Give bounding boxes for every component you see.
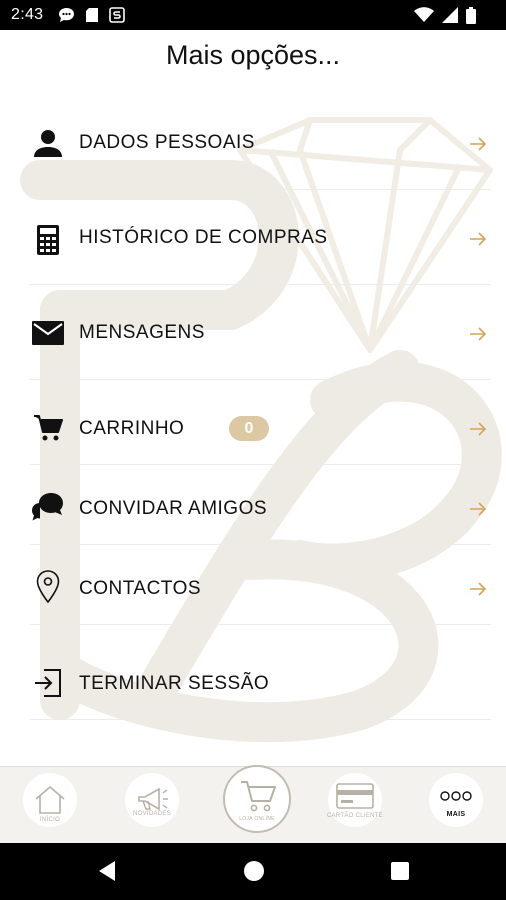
chat-bubbles-icon <box>30 489 66 525</box>
home-button-icon[interactable] <box>243 860 265 882</box>
system-navigation-bar <box>0 843 506 900</box>
menu-item-label: CARRINHO <box>79 418 185 439</box>
tab-mais[interactable]: MAIS <box>426 773 486 833</box>
menu-item-label: HISTÓRICO DE COMPRAS <box>79 227 328 248</box>
menu-item-carrinho[interactable]: CARRINHO 0 <box>0 380 506 465</box>
tab-label: NOVIDADES <box>132 811 172 817</box>
tab-label: CARTÃO CLIENTE <box>326 813 384 819</box>
tab-label: INÍCIO <box>39 817 61 823</box>
battery-icon <box>466 6 476 24</box>
menu-item-terminar-sessao[interactable]: TERMINAR SESSÃO <box>0 625 506 720</box>
page-title: Mais opções... <box>165 40 341 70</box>
menu-item-dados-pessoais[interactable]: DADOS PESSOAIS <box>0 95 506 190</box>
person-icon <box>30 125 66 161</box>
divider <box>30 719 491 720</box>
s-logo-icon <box>109 7 125 23</box>
cart-icon <box>30 410 66 446</box>
tab-inicio[interactable]: INÍCIO <box>20 773 80 833</box>
arrow-right-icon <box>470 327 487 341</box>
menu-item-label: MENSAGENS <box>79 322 205 343</box>
tab-loja-online[interactable]: LOJA ONLINE <box>223 765 291 833</box>
cart-count-badge: 0 <box>229 416 269 441</box>
calculator-icon <box>30 222 66 258</box>
status-notification-icons <box>58 7 125 23</box>
sd-card-icon <box>86 8 98 22</box>
cell-signal-icon <box>442 7 458 23</box>
arrow-right-icon <box>470 137 487 151</box>
tab-label: MAIS <box>446 811 466 818</box>
menu-item-label: CONVIDAR AMIGOS <box>79 498 268 519</box>
menu-item-label: DADOS PESSOAIS <box>79 132 255 153</box>
status-system-icons <box>414 6 476 24</box>
menu-item-historico-compras[interactable]: HISTÓRICO DE COMPRAS <box>0 190 506 285</box>
chat-bubble-icon <box>59 8 74 22</box>
megaphone-icon <box>125 773 179 827</box>
tab-label: LOJA ONLINE <box>239 816 275 822</box>
arrow-right-icon <box>470 232 487 246</box>
menu-item-mensagens[interactable]: MENSAGENS <box>0 285 506 380</box>
back-icon[interactable] <box>97 860 117 882</box>
cart-icon <box>241 781 276 812</box>
menu-item-label: CONTACTOS <box>79 578 202 599</box>
location-pin-icon <box>30 569 66 605</box>
arrow-right-icon <box>470 502 487 516</box>
arrow-right-icon <box>470 422 487 436</box>
menu-item-contactos[interactable]: CONTACTOS <box>0 545 506 625</box>
more-icon <box>429 773 483 827</box>
tab-novidades[interactable]: NOVIDADES <box>122 773 182 833</box>
menu-item-convidar-amigos[interactable]: CONVIDAR AMIGOS <box>0 465 506 545</box>
recents-icon[interactable] <box>390 861 410 881</box>
tab-cartao-cliente[interactable]: CARTÃO CLIENTE <box>325 773 385 833</box>
arrow-right-icon <box>470 582 487 596</box>
menu-item-label: TERMINAR SESSÃO <box>79 673 270 694</box>
logout-icon <box>30 665 66 701</box>
wifi-icon <box>414 7 434 22</box>
status-bar: 2:43 <box>0 0 506 30</box>
envelope-icon <box>30 315 66 351</box>
bottom-tab-bar: INÍCIO NOVIDADES LOJA ONLINE CARTÃO CLIE… <box>0 765 506 843</box>
status-time: 2:43 <box>11 6 44 23</box>
